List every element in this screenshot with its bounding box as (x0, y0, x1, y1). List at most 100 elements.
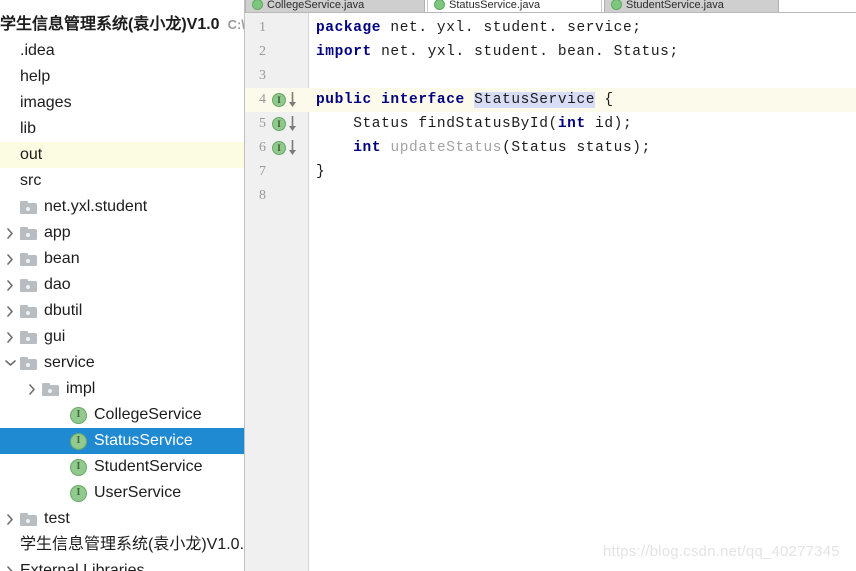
editor-tab-1[interactable]: StatusService.java (427, 0, 602, 12)
code-line-4[interactable]: 4 Ipublic interface StatusService { (245, 88, 856, 112)
tree-item-label: help (20, 68, 51, 85)
folder-icon (20, 226, 37, 240)
chevron-right-icon[interactable] (0, 279, 20, 291)
interface-icon: I (70, 484, 87, 502)
implemented-interface-icon[interactable]: I (272, 92, 300, 108)
code-line-7[interactable]: 7} (245, 160, 856, 184)
tree-item-impl[interactable]: impl (0, 376, 244, 402)
line-number: 6 (259, 140, 266, 155)
tree-item-src[interactable]: src (0, 168, 244, 194)
code-text: public interface StatusService { (316, 92, 614, 108)
tree-item-net-yxl-student[interactable]: net.yxl.student (0, 194, 244, 220)
tree-item-label: service (44, 354, 95, 371)
tree-item-studentservice[interactable]: I StudentService (0, 454, 244, 480)
tree-item-label: dao (44, 276, 71, 293)
tree-item-label: 学生信息管理系统(袁小龙)V1.0.iml (20, 536, 244, 553)
tree-item-dbutil[interactable]: dbutil (0, 298, 244, 324)
tree-item-collegeservice[interactable]: I CollegeService (0, 402, 244, 428)
tree-item-images[interactable]: images (0, 90, 244, 116)
code-line-8[interactable]: 8 (245, 184, 856, 208)
line-number: 3 (259, 68, 266, 83)
code-line-1[interactable]: 1 package net. yxl. student. service; (245, 16, 856, 40)
folder-icon (20, 304, 37, 318)
tree-item-idea[interactable]: .idea (0, 38, 244, 64)
tree-item-label: dbutil (44, 302, 83, 319)
tree-item-external-libraries[interactable]: External Libraries (0, 558, 244, 571)
interface-icon (611, 0, 622, 10)
editor-tab-0[interactable]: CollegeService.java (245, 0, 425, 12)
chevron-right-icon[interactable] (0, 565, 20, 571)
folder-icon (20, 512, 37, 526)
implemented-interface-icon[interactable]: I (272, 140, 300, 156)
code-line-6[interactable]: 6I int updateStatus(Status status); (245, 136, 856, 160)
code-text: } (316, 164, 326, 180)
tree-item-label: lib (20, 120, 37, 137)
project-tree-rows: .idea help images lib out src net.yxl.student a… (0, 38, 244, 571)
code-line-5[interactable]: 5I Status findStatusById(int id); (245, 112, 856, 136)
project-root-node[interactable]: 学生信息管理系统(袁小龙)V1.0 C:\User (0, 12, 244, 38)
code-text: import net. yxl. student. bean. Status; (316, 44, 679, 60)
tree-item-statusservice[interactable]: I StatusService (0, 428, 244, 454)
tree-item-lib[interactable]: lib (0, 116, 244, 142)
chevron-right-icon[interactable] (0, 253, 20, 265)
code-text: int updateStatus(Status status); (353, 140, 651, 156)
editor-tab-label: StatusService.java (449, 0, 541, 11)
tree-item-dao[interactable]: dao (0, 272, 244, 298)
tree-item-v1-0-iml[interactable]: 学生信息管理系统(袁小龙)V1.0.iml (0, 532, 244, 558)
tree-item-test[interactable]: test (0, 506, 244, 532)
folder-icon (20, 278, 37, 292)
tree-item-label: External Libraries (20, 562, 145, 571)
ide-window: CollegeService.java StatusService.java Stu… (0, 0, 856, 571)
tree-item-label: out (20, 146, 43, 163)
tree-item-label: test (44, 510, 70, 527)
tree-item-label: bean (44, 250, 80, 267)
folder-icon (20, 200, 37, 214)
tree-item-bean[interactable]: bean (0, 246, 244, 272)
line-number: 4 (259, 92, 266, 107)
chevron-right-icon[interactable] (0, 331, 20, 343)
tree-item-userservice[interactable]: I UserService (0, 480, 244, 506)
tree-item-gui[interactable]: gui (0, 324, 244, 350)
tree-item-label: impl (66, 380, 96, 397)
chevron-right-icon[interactable] (22, 383, 42, 395)
tree-item-label: net.yxl.student (44, 198, 148, 215)
interface-icon (434, 0, 445, 10)
project-title: 学生信息管理系统(袁小龙)V1.0 (0, 16, 220, 33)
tree-item-help[interactable]: help (0, 64, 244, 90)
line-number: 2 (259, 44, 266, 59)
editor-tab-2[interactable]: StudentService.java (604, 0, 779, 12)
interface-icon: I (70, 406, 87, 424)
code-text: package net. yxl. student. service; (316, 20, 642, 36)
editor-tab-strip: CollegeService.java StatusService.java Stu… (245, 0, 856, 13)
tree-item-label: src (20, 172, 42, 189)
interface-icon: I (70, 458, 87, 476)
line-number: 5 (259, 116, 266, 131)
tree-item-label: .idea (20, 42, 55, 59)
code-line-2[interactable]: 2 import net. yxl. student. bean. Status; (245, 40, 856, 64)
editor-tab-label: CollegeService.java (267, 0, 365, 11)
tree-item-label: StudentService (94, 458, 203, 475)
project-tool-window: 学生信息管理系统(袁小龙)V1.0 C:\User .idea help image… (0, 0, 245, 571)
tree-item-app[interactable]: app (0, 220, 244, 246)
implemented-interface-icon[interactable]: I (272, 116, 300, 132)
code-editor[interactable]: 1 package net. yxl. student. service; 2 imp… (245, 13, 856, 571)
chevron-right-icon[interactable] (0, 227, 20, 239)
line-number: 1 (259, 20, 266, 35)
tree-item-label: app (44, 224, 71, 241)
interface-icon (252, 0, 263, 10)
tree-item-label: gui (44, 328, 66, 345)
tree-item-out[interactable]: out (0, 142, 244, 168)
interface-icon: I (70, 432, 87, 450)
project-tree[interactable]: 学生信息管理系统(袁小龙)V1.0 C:\User .idea help image… (0, 12, 244, 571)
code-line-3[interactable]: 3 (245, 64, 856, 88)
chevron-down-icon[interactable] (0, 359, 20, 367)
tree-item-label: images (20, 94, 72, 111)
chevron-right-icon[interactable] (0, 305, 20, 317)
line-number: 8 (259, 188, 266, 203)
tree-item-label: StatusService (94, 432, 193, 449)
line-number: 7 (259, 164, 266, 179)
folder-icon (42, 382, 59, 396)
tree-item-service[interactable]: service (0, 350, 244, 376)
chevron-right-icon[interactable] (0, 513, 20, 525)
folder-icon (20, 330, 37, 344)
